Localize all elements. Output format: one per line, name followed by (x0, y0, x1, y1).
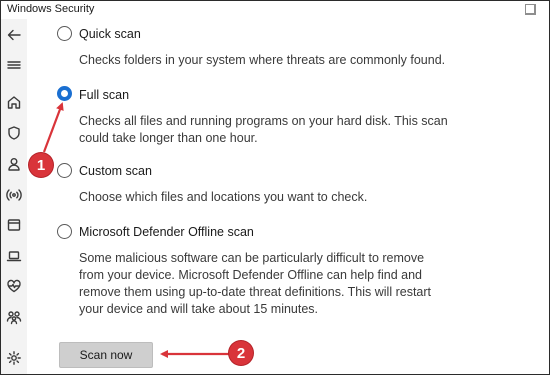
family-icon[interactable] (5, 308, 23, 326)
scan-options-panel: Quick scan Checks folders in your system… (27, 19, 549, 374)
title-bar: Windows Security (1, 1, 549, 19)
shield-icon[interactable] (5, 124, 23, 142)
laptop-icon[interactable] (5, 247, 23, 265)
offline-scan-description: Some malicious software can be particula… (79, 251, 432, 316)
scan-now-button[interactable]: Scan now (59, 342, 153, 368)
home-icon[interactable] (5, 93, 23, 111)
offline-scan-label[interactable]: Microsoft Defender Offline scan (79, 225, 254, 239)
person-icon[interactable] (5, 155, 23, 173)
window-title: Windows Security (7, 3, 95, 15)
app-browser-icon[interactable] (5, 216, 23, 234)
quick-scan-description: Checks folders in your system where thre… (79, 53, 446, 67)
step2-badge: 2 (229, 341, 253, 365)
wireless-icon[interactable] (5, 186, 23, 204)
custom-scan-radio[interactable] (57, 163, 72, 178)
full-scan-description: Checks all files and running programs on… (79, 114, 448, 145)
navigation-rail (1, 19, 27, 374)
quick-scan-radio[interactable] (57, 26, 72, 41)
quick-scan-label[interactable]: Quick scan (79, 27, 141, 41)
custom-scan-description: Choose which files and locations you wan… (79, 190, 368, 204)
full-scan-radio[interactable] (57, 86, 72, 101)
back-arrow-icon[interactable] (5, 26, 23, 44)
full-scan-label[interactable]: Full scan (79, 88, 129, 102)
step1-badge: 1 (29, 153, 53, 177)
offline-scan-radio[interactable] (57, 224, 72, 239)
custom-scan-label[interactable]: Custom scan (79, 164, 152, 178)
heart-health-icon[interactable] (5, 277, 23, 295)
hamburger-menu-icon[interactable] (5, 56, 23, 74)
gear-icon[interactable] (5, 349, 23, 367)
restore-window-icon[interactable] (525, 4, 536, 15)
